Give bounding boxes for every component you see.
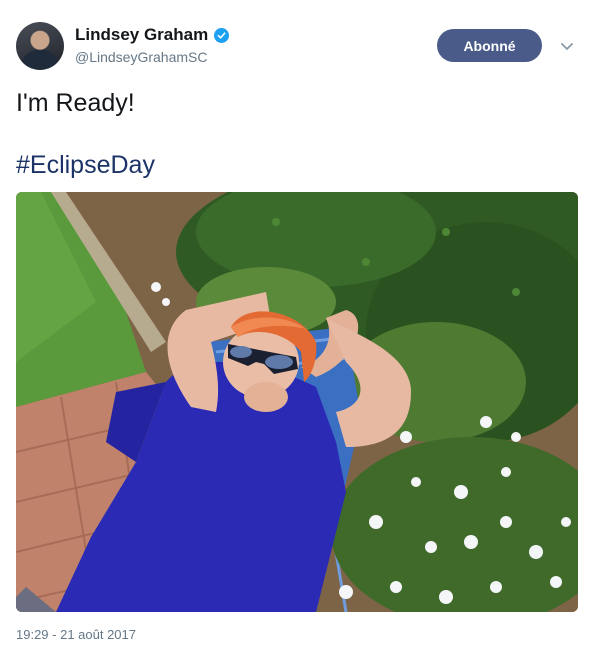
tweet-timestamp[interactable]: 19:29 - 21 août 2017 (16, 627, 136, 642)
chevron-down-icon[interactable] (559, 40, 575, 54)
author-avatar[interactable] (16, 22, 64, 70)
photo-illustration (16, 192, 578, 612)
author-name-row: Lindsey Graham (75, 25, 230, 45)
verified-badge-icon (214, 27, 230, 43)
author-handle[interactable]: @LindseyGrahamSC (75, 49, 208, 65)
following-button[interactable]: Abonné (437, 29, 542, 62)
hashtag-link[interactable]: #EclipseDay (16, 151, 155, 180)
tweet-photo[interactable] (16, 192, 578, 612)
author-name[interactable]: Lindsey Graham (75, 25, 208, 45)
tweet-text: I'm Ready! (16, 89, 135, 117)
